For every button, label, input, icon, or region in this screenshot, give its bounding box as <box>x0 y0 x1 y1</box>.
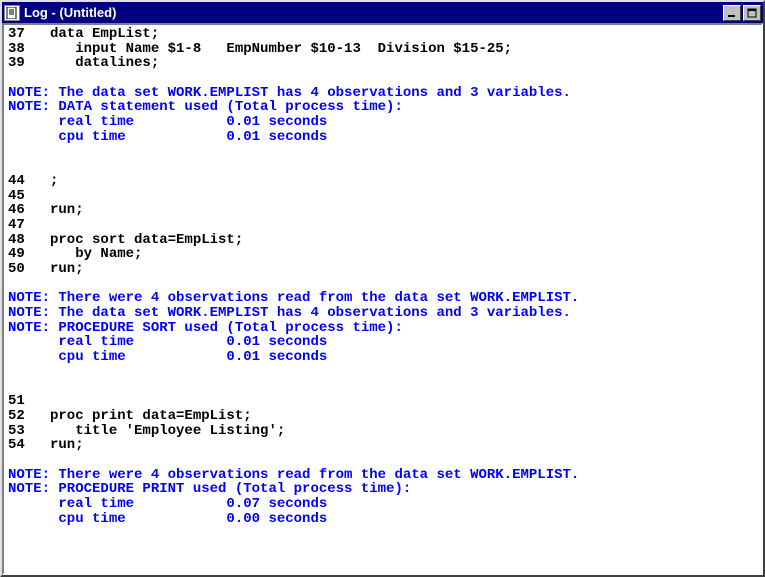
log-line: NOTE: DATA statement used (Total process… <box>8 100 757 115</box>
log-window: Log - (Untitled) 37 data EmpList;38 inpu… <box>0 0 765 577</box>
log-line <box>8 145 757 160</box>
window-title: Log - (Untitled) <box>24 5 719 20</box>
log-line: NOTE: PROCEDURE PRINT used (Total proces… <box>8 482 757 497</box>
log-content[interactable]: 37 data EmpList;38 input Name $1-8 EmpNu… <box>2 23 763 575</box>
log-line: 46 run; <box>8 203 757 218</box>
log-line: 54 run; <box>8 438 757 453</box>
window-controls <box>723 5 761 21</box>
notepad-icon <box>4 5 20 21</box>
log-line: 44 ; <box>8 174 757 189</box>
log-line <box>8 159 757 174</box>
minimize-button[interactable] <box>723 5 741 21</box>
log-line: NOTE: The data set WORK.EMPLIST has 4 ob… <box>8 306 757 321</box>
log-line: 48 proc sort data=EmpList; <box>8 233 757 248</box>
log-line <box>8 365 757 380</box>
log-line: cpu time 0.01 seconds <box>8 130 757 145</box>
log-line: 38 input Name $1-8 EmpNumber $10-13 Divi… <box>8 42 757 57</box>
log-line <box>8 71 757 86</box>
log-line: real time 0.01 seconds <box>8 335 757 350</box>
log-line <box>8 277 757 292</box>
log-line <box>8 380 757 395</box>
log-line: 45 <box>8 189 757 204</box>
log-line: NOTE: There were 4 observations read fro… <box>8 468 757 483</box>
log-line: real time 0.01 seconds <box>8 115 757 130</box>
log-line <box>8 526 757 541</box>
log-line: NOTE: PROCEDURE SORT used (Total process… <box>8 321 757 336</box>
log-line: 50 run; <box>8 262 757 277</box>
log-line: 39 datalines; <box>8 56 757 71</box>
log-line: cpu time 0.01 seconds <box>8 350 757 365</box>
maximize-button[interactable] <box>743 5 761 21</box>
log-line: real time 0.07 seconds <box>8 497 757 512</box>
log-line: NOTE: There were 4 observations read fro… <box>8 291 757 306</box>
log-line: 47 <box>8 218 757 233</box>
log-line <box>8 453 757 468</box>
log-line: 49 by Name; <box>8 247 757 262</box>
log-line: 52 proc print data=EmpList; <box>8 409 757 424</box>
log-line: NOTE: The data set WORK.EMPLIST has 4 ob… <box>8 86 757 101</box>
log-line: 53 title 'Employee Listing'; <box>8 424 757 439</box>
log-line: cpu time 0.00 seconds <box>8 512 757 527</box>
titlebar[interactable]: Log - (Untitled) <box>2 2 763 23</box>
log-line: 51 <box>8 394 757 409</box>
log-line: 37 data EmpList; <box>8 27 757 42</box>
